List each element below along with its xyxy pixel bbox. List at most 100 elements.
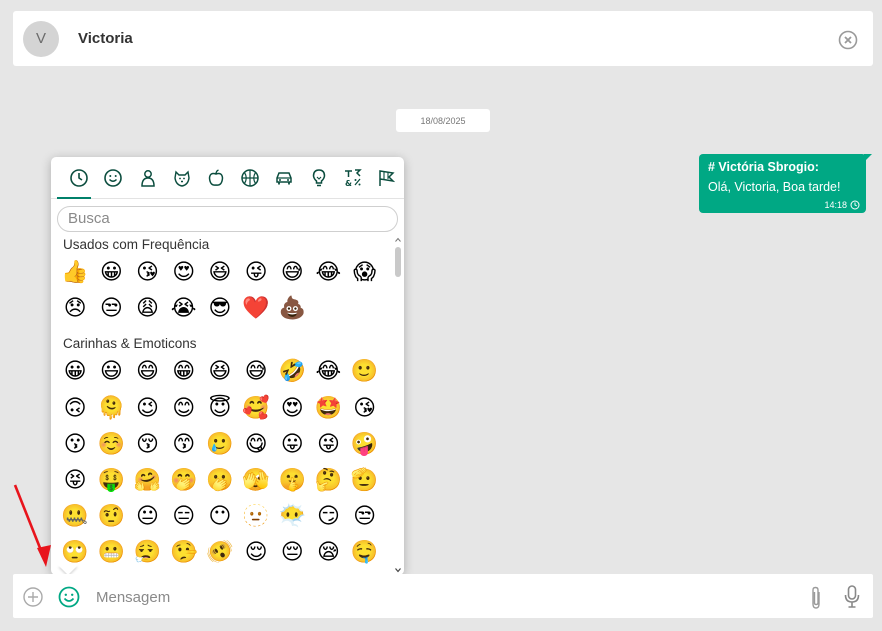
paperclip-icon[interactable] [806,585,826,611]
emoji-item[interactable]: 🤩 [310,391,346,427]
emoji-item[interactable]: 😞 [57,291,93,327]
emoji-item[interactable]: 😘 [347,391,383,427]
emoji-item[interactable]: 🤭 [166,463,202,499]
avatar[interactable]: V [23,20,59,57]
scroll-down-icon[interactable] [395,567,401,573]
tab-activities[interactable] [233,157,267,199]
bubble-tail [864,154,872,162]
outgoing-message[interactable]: # Victória Sbrogio: Olá, Victoria, Boa t… [699,154,872,213]
emoji-item[interactable]: 😭 [166,291,202,327]
emoji-item[interactable]: 😎 [202,291,238,327]
emoji-scrollbar[interactable] [392,235,404,575]
emoji-item[interactable]: 😃 [93,354,129,390]
emoji-item[interactable]: 🥲 [202,427,238,463]
emoji-item[interactable]: 😀 [93,255,129,291]
tab-travel[interactable] [267,157,301,199]
scroll-up-icon[interactable] [395,237,401,243]
emoji-item[interactable]: 😇 [202,391,238,427]
emoji-item[interactable]: 😊 [166,391,202,427]
emoji-item[interactable]: 🤤 [347,535,383,571]
emoji-item[interactable]: 😆 [202,255,238,291]
emoji-item[interactable]: 🫥 [238,499,274,535]
emoji-item[interactable]: 😬 [93,535,129,571]
tab-flags[interactable] [370,157,404,199]
add-attachment-icon[interactable] [22,586,44,608]
ball-icon [241,168,259,187]
emoji-item[interactable]: 😋 [238,427,274,463]
emoji-item[interactable]: 🤣 [274,354,310,390]
emoji-item[interactable]: ❤️ [238,291,274,327]
annotation-arrow-icon [13,484,51,567]
emoji-item[interactable]: 😀 [57,354,93,390]
emoji-item[interactable]: 🤐 [57,499,93,535]
emoji-item[interactable]: 🫨 [202,535,238,571]
tab-objects[interactable] [301,157,335,199]
emoji-item[interactable]: 🫢 [202,463,238,499]
emoji-item[interactable]: 🤗 [129,463,165,499]
emoji-item[interactable]: 😍 [166,255,202,291]
emoji-item[interactable]: 🤪 [347,427,383,463]
emoji-picker: & Busca Usados com Frequência 👍 😀 😘 😍 😆 😜 😅 😂 😱 😞… [51,157,404,575]
emoji-item[interactable]: 😙 [166,427,202,463]
scroll-thumb[interactable] [395,247,401,277]
emoji-item[interactable]: 😝 [57,463,93,499]
tab-animals[interactable] [165,157,199,199]
emoji-item[interactable]: 🤥 [166,535,202,571]
emoji-item[interactable]: 😜 [310,427,346,463]
emoji-list: Usados com Frequência 👍 😀 😘 😍 😆 😜 😅 😂 😱 😞 😒 😩 😭 😎 ❤️ 💩 … [51,235,404,575]
emoji-item[interactable]: 🙂 [347,354,383,390]
emoji-item[interactable]: 😑 [166,499,202,535]
emoji-item[interactable]: 😗 [57,427,93,463]
emoji-item[interactable]: 😍 [274,391,310,427]
emoji-item[interactable]: 😮‍💨 [129,535,165,571]
emoji-item[interactable]: 😶 [202,499,238,535]
emoji-item[interactable]: 😏 [310,499,346,535]
emoji-item[interactable]: ☺️ [93,427,129,463]
tab-smileys[interactable] [96,157,130,199]
emoji-toggle-icon[interactable] [57,585,81,609]
emoji-search-input[interactable]: Busca [57,206,398,232]
emoji-item[interactable]: 🫡 [347,463,383,499]
emoji-item[interactable]: 😂 [310,255,346,291]
tab-symbols[interactable]: & [336,157,370,199]
close-chat-icon[interactable] [838,30,858,50]
emoji-item[interactable]: 😂 [310,354,346,390]
emoji-item[interactable]: 😐 [129,499,165,535]
emoji-item[interactable]: 😄 [129,354,165,390]
microphone-icon[interactable] [842,584,862,610]
emoji-item[interactable]: 👍 [57,255,93,291]
tab-recent[interactable] [62,157,96,199]
emoji-item[interactable]: 🫠 [93,391,129,427]
emoji-item[interactable]: 😚 [129,427,165,463]
tab-people[interactable] [130,157,164,199]
emoji-item[interactable]: 🫣 [238,463,274,499]
emoji-item[interactable]: 😱 [347,255,383,291]
emoji-item[interactable]: 🤔 [310,463,346,499]
emoji-item[interactable]: 😪 [310,535,346,571]
emoji-item[interactable]: 🤨 [93,499,129,535]
message-meta: 14:18 [824,200,860,210]
emoji-item[interactable]: 😘 [129,255,165,291]
emoji-item[interactable]: 😁 [166,354,202,390]
emoji-item[interactable]: 😶‍🌫️ [274,499,310,535]
contact-name[interactable]: Victoria [78,30,133,47]
emoji-item[interactable]: 🥰 [238,391,274,427]
emoji-item[interactable]: 😌 [238,535,274,571]
emoji-item[interactable]: 🙃 [57,391,93,427]
emoji-item[interactable]: 🤑 [93,463,129,499]
emoji-item[interactable]: 😔 [274,535,310,571]
emoji-item[interactable]: 😅 [274,255,310,291]
emoji-item[interactable]: 😒 [93,291,129,327]
emoji-item[interactable]: 😛 [274,427,310,463]
clock-icon [850,200,860,210]
tab-food[interactable] [199,157,233,199]
emoji-item[interactable]: 🤫 [274,463,310,499]
message-input[interactable] [96,583,776,611]
emoji-item[interactable]: 😅 [238,354,274,390]
emoji-item[interactable]: 😜 [238,255,274,291]
emoji-item[interactable]: 💩 [274,291,310,327]
emoji-item[interactable]: 😒 [347,499,383,535]
emoji-item[interactable]: 😉 [129,391,165,427]
emoji-item[interactable]: 😩 [129,291,165,327]
emoji-item[interactable]: 😆 [202,354,238,390]
